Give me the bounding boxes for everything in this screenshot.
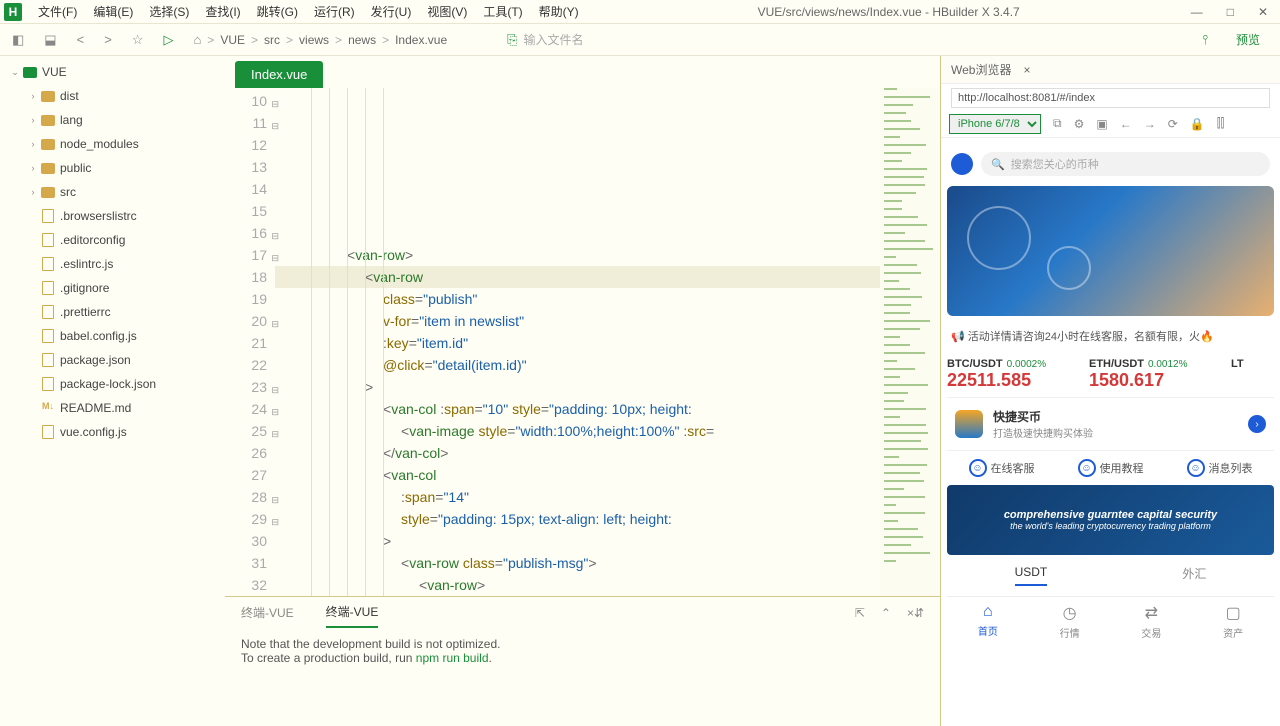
nav-交易[interactable]: ⇄交易 bbox=[1141, 603, 1161, 640]
code-editor[interactable]: 10⊟11⊟1213141516⊟17⊟181920⊟212223⊟24⊟25⊟… bbox=[225, 88, 940, 596]
tree-item-package.json[interactable]: package.json bbox=[0, 348, 225, 372]
devtools-icon[interactable]: ⫿⫿ bbox=[1217, 116, 1225, 131]
terminal-close-icon[interactable]: ×⇵ bbox=[907, 606, 924, 620]
forward-icon[interactable]: > bbox=[104, 32, 112, 47]
ticker-row: BTC/USDT0.0002%22511.585 ETH/USDT0.0012%1… bbox=[947, 350, 1274, 397]
app-logo-icon bbox=[951, 153, 973, 175]
window-title: VUE/src/views/news/Index.vue - HBuilder … bbox=[587, 5, 1191, 19]
nav-资产[interactable]: ▢资产 bbox=[1223, 603, 1243, 640]
tree-item-.gitignore[interactable]: .gitignore bbox=[0, 276, 225, 300]
nav-行情[interactable]: ◷行情 bbox=[1060, 603, 1080, 640]
search-icon: 🔍 bbox=[991, 158, 1005, 171]
panel-bottom-icon[interactable]: ⬓ bbox=[44, 32, 56, 48]
quick-buy-card[interactable]: 快捷买币 打造极速快捷购买体验 › bbox=[947, 397, 1274, 451]
search-icon: ⎘ bbox=[507, 32, 517, 48]
minimap[interactable] bbox=[880, 88, 940, 596]
file-search[interactable]: ⎘ 输入文件名 bbox=[507, 31, 1182, 48]
nav-back-icon[interactable]: ← bbox=[1120, 117, 1132, 131]
menu-视图(V)[interactable]: 视图(V) bbox=[419, 5, 475, 19]
terminal-export-icon[interactable]: ⇱ bbox=[855, 606, 865, 620]
tree-item-VUE[interactable]: ⌄VUE bbox=[0, 60, 225, 84]
run-icon[interactable]: ▷ bbox=[163, 32, 173, 48]
tree-item-babel.config.js[interactable]: babel.config.js bbox=[0, 324, 225, 348]
tree-item-node_modules[interactable]: ›node_modules bbox=[0, 132, 225, 156]
menu-编辑(E)[interactable]: 编辑(E) bbox=[85, 5, 141, 19]
device-select[interactable]: iPhone 6/7/8 bbox=[949, 114, 1041, 134]
settings-icon[interactable]: ⚙ bbox=[1074, 117, 1085, 131]
preview-button[interactable]: 预览 bbox=[1228, 31, 1268, 48]
security-banner[interactable]: comprehensive guarntee capital security … bbox=[947, 485, 1274, 555]
web-preview-panel: Web浏览器 × iPhone 6/7/8 ⧉ ⚙ ▣ ← → ⟳ 🔒 ⫿⫿ 🔍… bbox=[940, 56, 1280, 726]
lock-icon[interactable]: 🔒 bbox=[1190, 117, 1205, 131]
close-button[interactable]: ✕ bbox=[1258, 5, 1268, 19]
tree-item-.eslintrc.js[interactable]: .eslintrc.js bbox=[0, 252, 225, 276]
open-external-icon[interactable]: ⧉ bbox=[1053, 116, 1062, 131]
subtab-usdt[interactable]: USDT bbox=[1015, 565, 1048, 586]
tree-item-public[interactable]: ›public bbox=[0, 156, 225, 180]
menu-查找(I)[interactable]: 查找(I) bbox=[197, 5, 248, 19]
star-icon[interactable]: ☆ bbox=[132, 32, 144, 48]
terminal-tab-1[interactable]: 终端-VUE bbox=[326, 597, 379, 628]
tree-item-.prettierrc[interactable]: .prettierrc bbox=[0, 300, 225, 324]
menu-bar: H 文件(F)编辑(E)选择(S)查找(I)跳转(G)运行(R)发行(U)视图(… bbox=[0, 0, 1280, 24]
preview-title: Web浏览器 bbox=[951, 61, 1011, 78]
terminal-tab-0[interactable]: 终端-VUE bbox=[241, 598, 294, 627]
ticker-BTC/USDT[interactable]: BTC/USDT0.0002%22511.585 bbox=[947, 356, 1077, 391]
tab-index-vue[interactable]: Index.vue bbox=[235, 61, 323, 88]
menu-选择(S)[interactable]: 选择(S) bbox=[141, 5, 197, 19]
service-在线客服[interactable]: ☺在线客服 bbox=[969, 459, 1035, 477]
screenshot-icon[interactable]: ▣ bbox=[1096, 117, 1107, 131]
maximize-button[interactable]: □ bbox=[1227, 5, 1234, 19]
notice-bar[interactable]: 📢 活动详情请咨询24小时在线客服，名额有限，火🔥 bbox=[947, 322, 1274, 350]
menu-运行(R)[interactable]: 运行(R) bbox=[306, 5, 363, 19]
tree-item-src[interactable]: ›src bbox=[0, 180, 225, 204]
tree-item-package-lock.json[interactable]: package-lock.json bbox=[0, 372, 225, 396]
breadcrumb[interactable]: ⌂> VUE> src> views> news> Index.vue bbox=[193, 32, 447, 47]
terminal-collapse-icon[interactable]: ⌃ bbox=[881, 606, 891, 620]
preview-close-icon[interactable]: × bbox=[1023, 63, 1030, 77]
terminal-output[interactable]: Note that the development build is not o… bbox=[225, 629, 940, 726]
tree-item-lang[interactable]: ›lang bbox=[0, 108, 225, 132]
tree-item-.editorconfig[interactable]: .editorconfig bbox=[0, 228, 225, 252]
service-使用教程[interactable]: ☺使用教程 bbox=[1078, 459, 1144, 477]
nav-首页[interactable]: ⌂首页 bbox=[978, 603, 998, 640]
chevron-right-icon: › bbox=[1248, 415, 1266, 433]
back-icon[interactable]: < bbox=[77, 32, 85, 47]
filter-icon[interactable]: ⫯ bbox=[1202, 32, 1208, 48]
panel-left-icon[interactable]: ◧ bbox=[12, 32, 24, 48]
nav-forward-icon[interactable]: → bbox=[1144, 117, 1156, 131]
subtab-forex[interactable]: 外汇 bbox=[1182, 565, 1206, 586]
minimize-button[interactable]: — bbox=[1191, 5, 1203, 19]
menu-帮助(Y)[interactable]: 帮助(Y) bbox=[531, 5, 587, 19]
hero-banner[interactable] bbox=[947, 186, 1274, 316]
terminal-panel: 终端-VUE 终端-VUE ⇱ ⌃ ×⇵ Note that the devel… bbox=[225, 596, 940, 726]
services-row: ☺在线客服 ☺使用教程 ☺消息列表 bbox=[947, 451, 1274, 485]
phone-viewport[interactable]: 🔍 搜索您关心的币种 📢 活动详情请咨询24小时在线客服，名额有限，火🔥 BTC… bbox=[941, 138, 1280, 726]
reload-icon[interactable]: ⟳ bbox=[1168, 117, 1178, 131]
app-logo: H bbox=[4, 3, 22, 21]
menu-跳转(G)[interactable]: 跳转(G) bbox=[249, 5, 306, 19]
menu-文件(F)[interactable]: 文件(F) bbox=[30, 5, 85, 19]
menu-工具(T)[interactable]: 工具(T) bbox=[475, 5, 530, 19]
tree-item-.browserslistrc[interactable]: .browserslistrc bbox=[0, 204, 225, 228]
ticker-LT[interactable]: LT bbox=[1231, 356, 1274, 391]
coin-search-input[interactable]: 🔍 搜索您关心的币种 bbox=[981, 152, 1270, 176]
preview-url-input[interactable] bbox=[951, 88, 1270, 108]
bottom-nav: ⌂首页 ◷行情 ⇄交易 ▢资产 bbox=[947, 596, 1274, 646]
tree-item-README.md[interactable]: M↓README.md bbox=[0, 396, 225, 420]
quick-buy-icon bbox=[955, 410, 983, 438]
service-消息列表[interactable]: ☺消息列表 bbox=[1187, 459, 1253, 477]
tree-item-vue.config.js[interactable]: vue.config.js bbox=[0, 420, 225, 444]
menu-发行(U)[interactable]: 发行(U) bbox=[363, 5, 420, 19]
toolbar: ◧ ⬓ < > ☆ ▷ ⌂> VUE> src> views> news> In… bbox=[0, 24, 1280, 56]
editor-tabs: Index.vue bbox=[225, 56, 940, 88]
editor-area: Index.vue 10⊟11⊟1213141516⊟17⊟181920⊟212… bbox=[225, 56, 940, 726]
file-explorer[interactable]: ⌄VUE›dist›lang›node_modules›public›src.b… bbox=[0, 56, 225, 726]
tree-item-dist[interactable]: ›dist bbox=[0, 84, 225, 108]
ticker-ETH/USDT[interactable]: ETH/USDT0.0012%1580.617 bbox=[1089, 356, 1219, 391]
